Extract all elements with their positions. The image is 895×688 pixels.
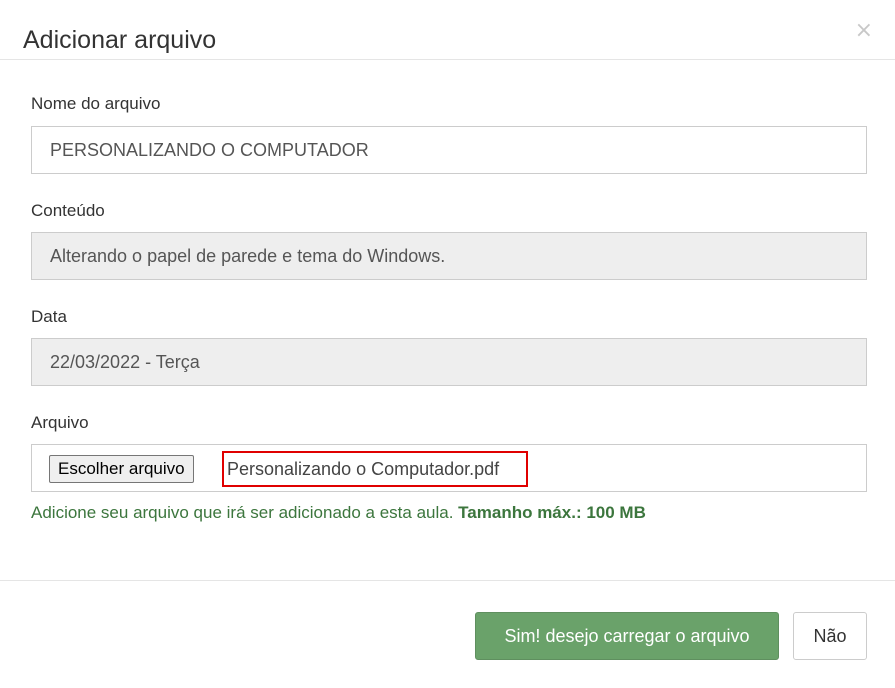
- close-icon[interactable]: ×: [855, 20, 873, 42]
- modal-header: Adicionar arquivo ×: [0, 0, 895, 60]
- file-label: Arquivo: [31, 413, 89, 432]
- add-file-modal: Adicionar arquivo × Nome do arquivo PERS…: [0, 0, 895, 688]
- modal-title: Adicionar arquivo: [23, 26, 217, 54]
- name-input[interactable]: PERSONALIZANDO O COMPUTADOR: [31, 126, 867, 174]
- date-field: 22/03/2022 - Terça: [31, 338, 867, 386]
- choose-file-button[interactable]: Escolher arquivo: [49, 455, 194, 483]
- name-label: Nome do arquivo: [31, 94, 161, 113]
- content-field: Alterando o papel de parede e tema do Wi…: [31, 232, 867, 280]
- date-label: Data: [31, 307, 67, 326]
- cancel-button[interactable]: Não: [793, 612, 867, 660]
- help-text: Adicione seu arquivo que irá ser adicion…: [31, 502, 646, 524]
- help-text-main: Adicione seu arquivo que irá ser adicion…: [31, 503, 459, 522]
- max-size-text: Tamanho máx.: 100 MB: [458, 503, 646, 522]
- modal-footer: Sim! desejo carregar o arquivo Não: [0, 580, 895, 688]
- confirm-upload-button[interactable]: Sim! desejo carregar o arquivo: [475, 612, 779, 660]
- file-input[interactable]: Escolher arquivo Personalizando o Comput…: [31, 444, 867, 492]
- content-label: Conteúdo: [31, 201, 105, 220]
- selected-file-name: Personalizando o Computador.pdf: [222, 451, 528, 487]
